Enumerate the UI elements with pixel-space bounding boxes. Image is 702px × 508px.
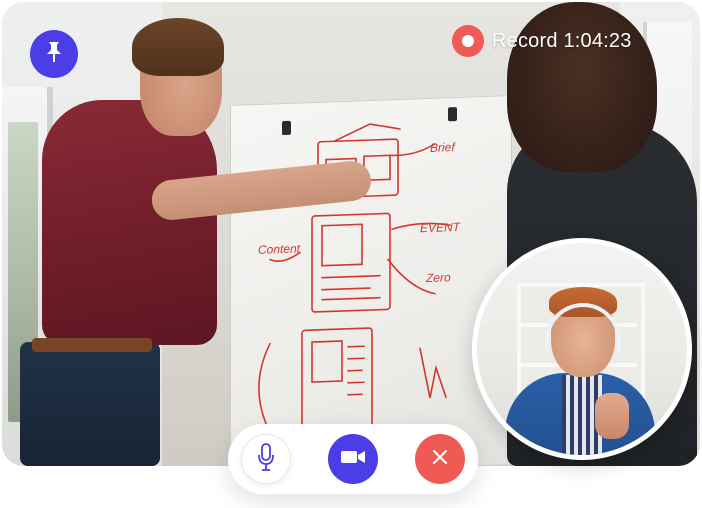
person-shirt [42, 100, 217, 345]
microphone-icon [257, 442, 275, 477]
whiteboard-sketch: Content EVENT Brief Zero [258, 123, 462, 432]
video-camera-icon [340, 448, 366, 471]
person-pants [20, 342, 160, 466]
person-belt [32, 338, 152, 352]
svg-text:Brief: Brief [430, 140, 456, 155]
pin-button[interactable] [30, 30, 78, 78]
record-dot-icon [452, 25, 484, 57]
recording-indicator: Record 1:04:23 [452, 25, 632, 57]
svg-text:Content: Content [258, 241, 301, 256]
end-call-button[interactable] [415, 434, 465, 484]
svg-text:EVENT: EVENT [420, 220, 462, 235]
record-timer: 1:04:23 [563, 29, 632, 52]
camera-button[interactable] [328, 434, 378, 484]
self-view-video[interactable] [472, 238, 692, 460]
call-controls [228, 424, 478, 494]
self-view-hand [595, 393, 629, 439]
whiteboard: Content EVENT Brief Zero [230, 95, 512, 466]
pin-icon [44, 41, 64, 68]
close-icon [431, 448, 449, 471]
person-hair [132, 18, 224, 76]
svg-text:Zero: Zero [425, 270, 451, 285]
record-label: Record [492, 29, 558, 52]
microphone-button[interactable] [241, 434, 291, 484]
